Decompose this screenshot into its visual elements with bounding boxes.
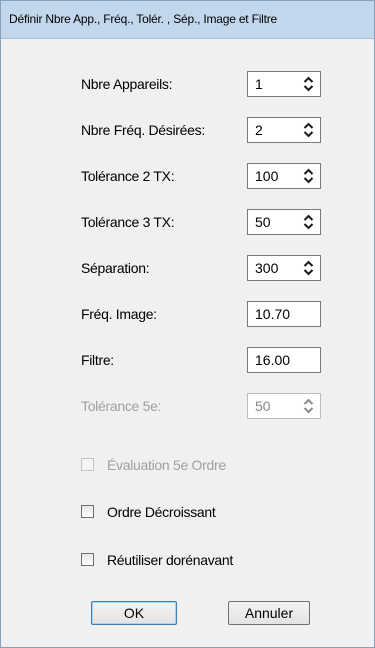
dialog-window: Définir Nbre App., Fréq., Tolér. , Sép.,…	[0, 0, 375, 648]
filtre-input[interactable]: 16.00	[247, 347, 321, 373]
tolerance-3tx-spinbox[interactable]: 50	[247, 209, 321, 235]
separation-label: Séparation:	[81, 260, 150, 276]
freq-image-input[interactable]: 10.70	[247, 301, 321, 327]
tolerance-5e-spinbox: 50	[247, 393, 321, 419]
separation-spinbox[interactable]: 300	[247, 255, 321, 281]
up-down-chevron-icon[interactable]	[303, 167, 314, 185]
tolerance-2tx-spinbox[interactable]: 100	[247, 163, 321, 189]
separation-value: 300	[255, 260, 279, 276]
up-down-chevron-icon	[303, 398, 314, 414]
filtre-value: 16.00	[255, 352, 291, 368]
nbre-appareils-label: Nbre Appareils:	[81, 76, 173, 92]
tolerance-5e-label: Tolérance 5e:	[81, 398, 162, 414]
nbre-appareils-spinbox[interactable]: 1	[247, 71, 321, 97]
title-bar[interactable]: Définir Nbre App., Fréq., Tolér. , Sép.,…	[1, 1, 374, 39]
up-down-chevron-icon[interactable]	[303, 213, 314, 231]
nbre-freq-label: Nbre Fréq. Désirées:	[81, 122, 205, 138]
reutiliser-checkbox[interactable]: Réutiliser dorénavant	[81, 552, 271, 570]
nbre-freq-value: 2	[255, 122, 263, 138]
tolerance-3tx-label: Tolérance 3 TX:	[81, 214, 175, 230]
evaluation-5e-ordre-checkbox: Évaluation 5e Ordre	[81, 457, 261, 475]
evaluation-5e-ordre-label: Évaluation 5e Ordre	[107, 457, 226, 473]
filtre-label: Filtre:	[81, 352, 114, 368]
up-down-chevron-icon[interactable]	[303, 259, 314, 277]
checkbox-box[interactable]	[81, 505, 94, 518]
tolerance-3tx-value: 50	[255, 214, 271, 230]
tolerance-2tx-value: 100	[255, 168, 279, 184]
freq-image-value: 10.70	[255, 306, 291, 322]
nbre-freq-spinbox[interactable]: 2	[247, 117, 321, 143]
ordre-decroissant-checkbox[interactable]: Ordre Décroissant	[81, 504, 261, 522]
up-down-chevron-icon[interactable]	[303, 121, 314, 139]
tolerance-5e-value: 50	[255, 398, 271, 414]
nbre-appareils-value: 1	[255, 76, 263, 92]
window-title: Définir Nbre App., Fréq., Tolér. , Sép.,…	[9, 12, 278, 26]
annuler-button[interactable]: Annuler	[228, 601, 310, 625]
checkbox-box	[81, 458, 94, 471]
checkbox-box[interactable]	[81, 553, 94, 566]
freq-image-label: Fréq. Image:	[81, 306, 157, 322]
ok-button[interactable]: OK	[91, 601, 177, 625]
tolerance-2tx-label: Tolérance 2 TX:	[81, 168, 175, 184]
up-down-chevron-icon[interactable]	[303, 75, 314, 93]
reutiliser-label[interactable]: Réutiliser dorénavant	[107, 552, 233, 568]
ordre-decroissant-label[interactable]: Ordre Décroissant	[107, 504, 216, 520]
